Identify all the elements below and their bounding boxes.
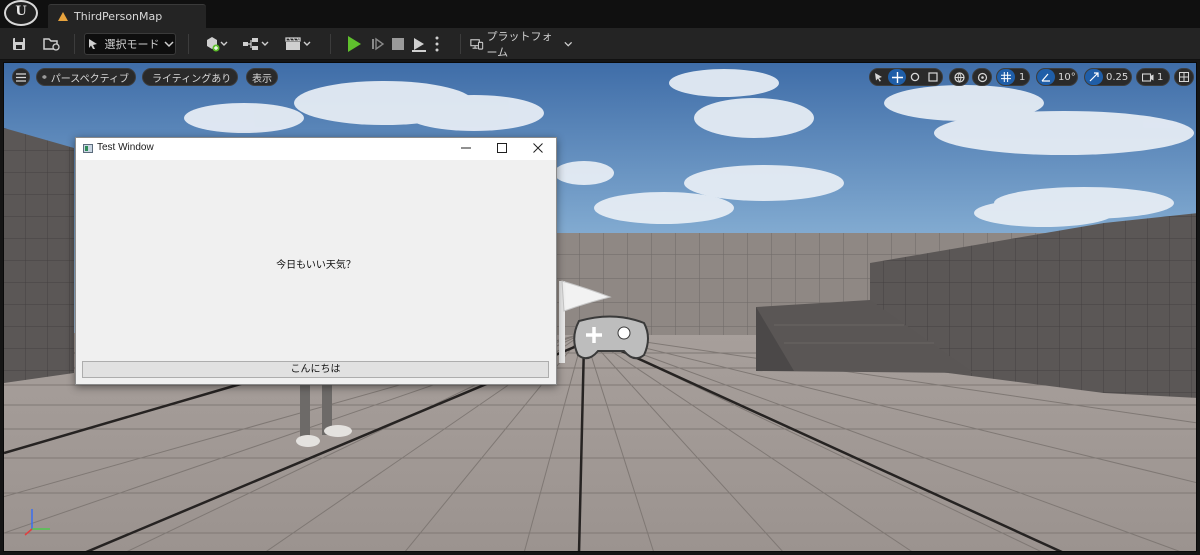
grid-snap-value: 1	[1019, 71, 1026, 83]
eject-icon[interactable]	[411, 36, 427, 52]
add-actor-icon	[207, 37, 228, 52]
scale-arrow-icon	[1089, 72, 1099, 82]
chevron-down-icon	[563, 41, 572, 47]
blueprint-icon	[243, 38, 269, 50]
test-window: Test Window 今日もいい天気？ こんにちは	[75, 137, 557, 385]
hamburger-icon	[16, 72, 26, 82]
lighting-dropdown[interactable]: ライティングあり	[142, 68, 238, 86]
scale-snap-value: 0.25	[1106, 71, 1129, 83]
viewport-menu-button[interactable]	[12, 68, 30, 86]
window-icon	[83, 144, 93, 153]
save-icon	[13, 38, 25, 50]
show-dropdown[interactable]: 表示	[246, 68, 278, 86]
camera-speed-button[interactable]: 1	[1136, 68, 1170, 86]
dialog-message: 今日もいい天気？	[276, 260, 356, 271]
grid-snap-toggle[interactable]	[997, 69, 1015, 85]
content-browser-button[interactable]	[40, 33, 64, 55]
unreal-editor: U ThirdPersonMap 選択モード プラットフォーム パースペクティブ…	[0, 0, 1200, 555]
selection-mode-dropdown[interactable]: 選択モード	[84, 33, 176, 55]
move-icon	[891, 71, 903, 83]
angle-snap-group[interactable]: 10°	[1036, 68, 1078, 86]
stop-icon[interactable]	[392, 38, 404, 50]
level-icon	[58, 12, 68, 21]
camera-icon	[1142, 72, 1154, 82]
main-toolbar: 選択モード プラットフォーム	[0, 28, 1200, 60]
toolbar-separator	[330, 34, 331, 54]
transform-tools	[869, 68, 943, 86]
angle-snap-value: 10°	[1058, 71, 1076, 83]
close-icon	[533, 143, 543, 153]
grid-icon	[1001, 72, 1011, 82]
toolbar-separator	[460, 34, 461, 54]
content-browser-icon	[43, 38, 60, 51]
more-options-icon[interactable]	[435, 35, 439, 53]
unreal-logo[interactable]: U	[4, 0, 38, 26]
tab-third-person-map[interactable]: ThirdPersonMap	[48, 4, 206, 28]
angle-snap-toggle[interactable]	[1037, 69, 1055, 85]
platforms-icon	[470, 39, 484, 50]
grid-snap-group[interactable]: 1	[996, 68, 1030, 86]
hello-button[interactable]: こんにちは	[82, 361, 549, 378]
scale-snap-group[interactable]: 0.25	[1084, 68, 1132, 86]
translate-tool[interactable]	[888, 69, 906, 85]
platforms-dropdown[interactable]: プラットフォーム	[470, 30, 572, 59]
play-controls	[342, 33, 450, 55]
globe-icon	[953, 71, 965, 83]
world-local-toggle[interactable]	[949, 68, 969, 86]
perspective-label: パースペクティブ	[50, 73, 129, 85]
minimize-icon	[461, 147, 471, 149]
scale-snap-toggle[interactable]	[1085, 69, 1103, 85]
clapperboard-icon	[285, 37, 311, 50]
toolbar-separator	[74, 34, 75, 54]
play-icon[interactable]	[348, 36, 361, 52]
surface-snapping-button[interactable]	[972, 68, 992, 86]
cursor-icon	[875, 73, 882, 82]
viewport-layout-button[interactable]	[1174, 68, 1194, 86]
rotate-tool[interactable]	[906, 69, 924, 85]
camera-speed-value: 1	[1157, 71, 1164, 83]
maximize-button[interactable]	[484, 138, 520, 160]
dialog-title-bar[interactable]: Test Window	[76, 138, 556, 160]
skip-frame-icon[interactable]	[371, 37, 385, 51]
scale-icon	[928, 72, 938, 82]
select-cursor-icon	[88, 39, 97, 49]
axis-gizmo-icon	[24, 509, 50, 536]
toolbar-separator	[188, 34, 189, 54]
chevron-down-icon	[163, 41, 174, 48]
layout-icon	[1179, 72, 1189, 82]
scale-tool[interactable]	[924, 69, 942, 85]
angle-icon	[1041, 73, 1050, 82]
rotate-icon	[910, 72, 920, 82]
cinematics-button[interactable]	[282, 33, 314, 55]
select-tool[interactable]	[870, 69, 888, 85]
blueprint-button[interactable]	[240, 33, 272, 55]
platforms-label: プラットフォーム	[486, 30, 553, 59]
minimize-button[interactable]	[448, 138, 484, 160]
surface-snap-icon	[977, 72, 987, 82]
save-button[interactable]	[8, 33, 30, 55]
close-button[interactable]	[520, 138, 556, 160]
perspective-dropdown[interactable]: パースペクティブ	[36, 68, 136, 86]
show-label: 表示	[252, 73, 272, 85]
title-bar: U ThirdPersonMap	[0, 0, 1200, 28]
dialog-title: Test Window	[97, 142, 154, 153]
lighting-label: ライティングあり	[152, 73, 232, 85]
map-tab-label: ThirdPersonMap	[74, 10, 163, 23]
maximize-icon	[497, 143, 507, 153]
selection-mode-label: 選択モード	[104, 38, 160, 51]
add-actor-button[interactable]	[200, 33, 232, 55]
